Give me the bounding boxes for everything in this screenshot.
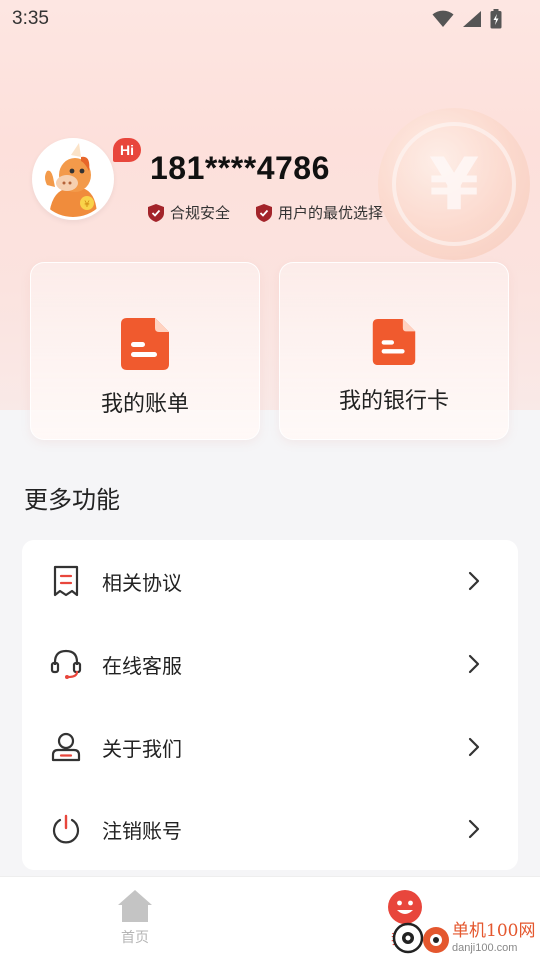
menu-item-agreements[interactable]: 相关协议 (22, 540, 518, 622)
document-icon (372, 319, 416, 365)
receipt-icon (53, 565, 79, 597)
tag-best-choice: 用户的最优选择 (256, 202, 383, 223)
menu-label: 关于我们 (102, 736, 182, 761)
tab-home[interactable]: 首页 (95, 889, 175, 947)
status-bar: 3:35 (0, 0, 540, 38)
hi-badge: Hi (113, 138, 141, 162)
function-menu: 相关协议 在线客服 关于我们 注销账号 (22, 540, 518, 870)
power-icon (52, 814, 80, 844)
menu-label: 在线客服 (102, 653, 182, 678)
horse-mascot-icon: ¥ (35, 141, 111, 217)
menu-label: 相关协议 (102, 570, 182, 595)
signal-icon (463, 11, 481, 27)
chevron-right-icon (468, 737, 480, 757)
status-time: 3:35 (12, 8, 49, 29)
my-bills-card[interactable]: 我的账单 (30, 262, 260, 440)
tab-label: 首页 (121, 930, 149, 946)
profile-tags: 合规安全 用户的最优选择 (148, 202, 383, 223)
watermark-logo-icon (392, 922, 449, 954)
watermark-url: danji100.com (452, 941, 518, 954)
shield-icon (148, 203, 164, 222)
my-bank-card-card[interactable]: 我的银行卡 (279, 262, 509, 440)
menu-item-customer-service[interactable]: 在线客服 (22, 623, 518, 705)
battery-icon (490, 9, 502, 29)
tag-label: 用户的最优选择 (278, 204, 384, 222)
chevron-right-icon (468, 819, 480, 839)
menu-item-about-us[interactable]: 关于我们 (22, 706, 518, 788)
home-icon (118, 890, 152, 922)
svg-text:¥: ¥ (84, 200, 90, 210)
card-label: 我的账单 (100, 392, 189, 417)
document-icon (121, 318, 169, 370)
section-title: 更多功能 (24, 486, 120, 514)
avatar[interactable]: ¥ (32, 138, 114, 220)
chevron-right-icon (468, 571, 480, 591)
headset-icon (50, 649, 82, 679)
watermark-name: 单机100网 (452, 920, 536, 941)
tag-label: 合规安全 (170, 204, 231, 222)
shield-icon (256, 203, 273, 222)
menu-item-delete-account[interactable]: 注销账号 (22, 788, 518, 870)
user-icon (51, 732, 81, 762)
coin-decoration: ¥ (378, 108, 530, 260)
chevron-right-icon (468, 654, 480, 674)
tag-compliance: 合规安全 (148, 202, 230, 223)
wifi-icon (432, 10, 454, 27)
phone-number: 181****4786 (150, 150, 330, 186)
menu-label: 注销账号 (102, 818, 182, 843)
watermark: 单机100网 danji100.com (392, 918, 540, 958)
card-label: 我的银行卡 (338, 389, 449, 414)
